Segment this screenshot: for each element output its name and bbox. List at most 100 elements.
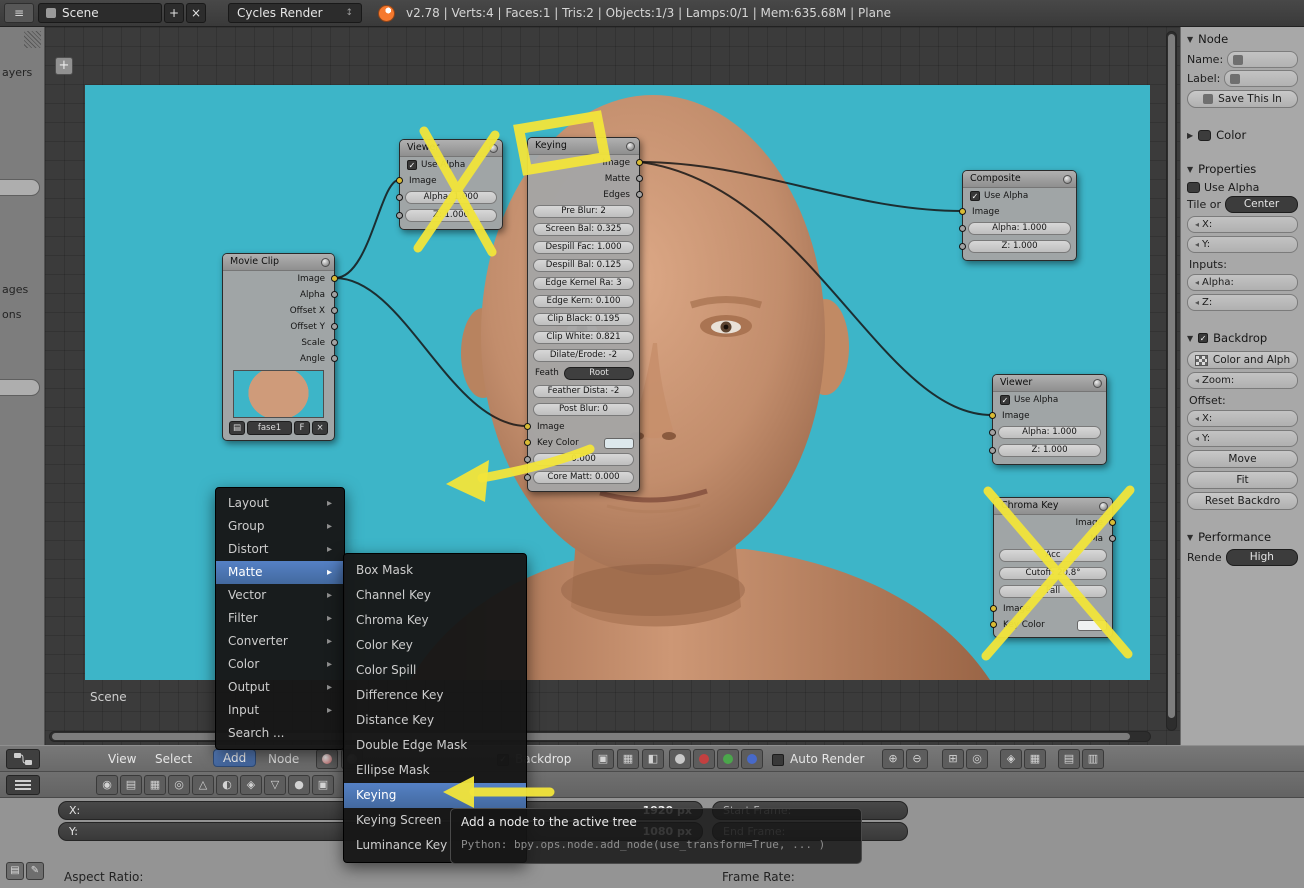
falloff-slider[interactable]: Fall [999, 585, 1107, 598]
matte-submenu-item-box-mask[interactable]: Box Mask [344, 558, 526, 583]
z-slider[interactable]: Z: 1.000 [998, 444, 1101, 457]
unlink-clip-button[interactable]: × [312, 421, 328, 435]
backdrop-flip-icon[interactable]: ◧ [642, 749, 664, 769]
matte-submenu-item-channel-key[interactable]: Channel Key [344, 583, 526, 608]
z-input-socket[interactable] [959, 243, 966, 250]
matte-submenu-item-ellipse-mask[interactable]: Ellipse Mask [344, 758, 526, 783]
garbage-matte-input-socket[interactable] [524, 456, 531, 463]
tile-order-dropdown[interactable]: Center [1225, 196, 1298, 213]
garbage-matte-slider[interactable]: 0.000 [533, 453, 634, 466]
matte-output-socket[interactable] [636, 175, 643, 182]
node-viewer-top[interactable]: Viewer ✓Use Alpha Image Alpha: 1.000 Z: … [399, 139, 503, 230]
editor-type-node-icon[interactable] [6, 749, 40, 769]
cutoff-slider[interactable]: Cutoff: 20.8° [999, 567, 1107, 580]
offsetx-output-socket[interactable] [331, 307, 338, 314]
menu-node[interactable]: Node [268, 752, 299, 766]
tab-constraints-icon[interactable]: ◐ [216, 775, 238, 795]
alpha-input-socket[interactable] [989, 429, 996, 436]
pin-icon[interactable]: ⊕ [882, 749, 904, 769]
matte-submenu-item-difference-key[interactable]: Difference Key [344, 683, 526, 708]
panel-color-header[interactable]: ▶Color [1181, 123, 1304, 145]
clip-white-slider[interactable]: Clip White: 0.821 [533, 331, 634, 344]
add-menu-item-layout[interactable]: Layout▸ [216, 492, 344, 515]
add-menu-item-matte[interactable]: Matte▸ [216, 561, 344, 584]
feather-distance-slider[interactable]: Feather Dista: -2 [533, 385, 634, 398]
backdrop-reset-button[interactable]: Reset Backdro [1187, 492, 1298, 510]
panel-fragment-button[interactable] [0, 179, 40, 196]
image-input-socket[interactable] [396, 177, 403, 184]
auto-render-checkbox[interactable] [772, 754, 784, 766]
tree-type-compositing-icon[interactable] [316, 749, 338, 769]
acceptance-slider[interactable]: Acc [999, 549, 1107, 562]
image-input-socket[interactable] [524, 423, 531, 430]
matte-submenu-item-keying[interactable]: Keying [344, 783, 526, 808]
tab-data-icon[interactable]: ▽ [264, 775, 286, 795]
backdrop-fit-button[interactable]: Fit [1187, 471, 1298, 489]
z-input-socket[interactable] [989, 447, 996, 454]
angle-output-socket[interactable] [331, 355, 338, 362]
image-input-socket[interactable] [959, 208, 966, 215]
alpha-output-socket[interactable] [331, 291, 338, 298]
paste-icon[interactable]: ▥ [1082, 749, 1104, 769]
fake-user-button[interactable]: F [294, 421, 310, 435]
image-output-socket[interactable] [636, 159, 643, 166]
tab-render-icon[interactable]: ◉ [96, 775, 118, 795]
panel-properties-header[interactable]: ▼Properties [1181, 157, 1304, 179]
y-slider[interactable]: ◂Y: [1187, 236, 1298, 253]
tab-texture-icon[interactable]: ▣ [312, 775, 334, 795]
panel-node-header[interactable]: ▼Node [1181, 27, 1304, 49]
node-composite-header[interactable]: Composite [963, 171, 1076, 188]
pre-blur-slider[interactable]: Pre Blur: 2 [533, 205, 634, 218]
backdrop-channels-dropdown[interactable]: Color and Alph [1187, 351, 1298, 369]
z-input-socket[interactable] [396, 212, 403, 219]
node-name-input[interactable] [1227, 51, 1298, 68]
alpha-slider[interactable]: Alpha: 1.000 [968, 222, 1071, 235]
tab-scene-icon[interactable]: ▦ [144, 775, 166, 795]
channel-rgb-icon[interactable] [669, 749, 691, 769]
matte-submenu-item-chroma-key[interactable]: Chroma Key [344, 608, 526, 633]
node-viewer-right[interactable]: Viewer ✓Use Alpha Image Alpha: 1.000 Z: … [992, 374, 1107, 465]
toolshelf-expand-icon[interactable]: + [55, 57, 73, 75]
key-color-swatch[interactable] [1077, 620, 1107, 631]
z-slider[interactable]: Z: 1.000 [405, 209, 497, 222]
alpha-input-socket[interactable] [959, 225, 966, 232]
copy-icon[interactable]: ▤ [1058, 749, 1080, 769]
despill-balance-slider[interactable]: Despill Bal: 0.125 [533, 259, 634, 272]
editor-type-icon[interactable]: ≡ [4, 3, 34, 23]
edit-pencil-icon[interactable]: ✎ [26, 862, 44, 880]
node-chroma-key-header[interactable]: Chroma Key [994, 498, 1112, 515]
proportional-edit-icon[interactable]: ◎ [966, 749, 988, 769]
add-menu-item-input[interactable]: Input▸ [216, 699, 344, 722]
panel-fragment-button[interactable] [0, 379, 40, 396]
new-scene-button[interactable]: + [164, 3, 184, 23]
render-quality-dropdown[interactable]: High [1226, 549, 1298, 566]
tab-modifiers-icon[interactable]: ◈ [240, 775, 262, 795]
snap-mode-icon[interactable]: ▦ [1024, 749, 1046, 769]
add-menu-item-color[interactable]: Color▸ [216, 653, 344, 676]
alpha-slider[interactable]: Alpha: 1.000 [998, 426, 1101, 439]
add-menu-item-filter[interactable]: Filter▸ [216, 607, 344, 630]
use-alpha-checkbox[interactable]: ✓ [1000, 395, 1010, 405]
key-color-input-socket[interactable] [990, 621, 997, 628]
unlink-scene-button[interactable]: × [186, 3, 206, 23]
menu-view[interactable]: View [108, 752, 136, 766]
color-swatch[interactable] [1198, 130, 1211, 141]
key-color-swatch[interactable] [604, 438, 634, 449]
save-image-button[interactable]: Save This In [1187, 90, 1298, 108]
alpha-input-socket[interactable] [396, 194, 403, 201]
feather-falloff-dropdown[interactable]: Root [564, 367, 634, 380]
use-alpha-checkbox[interactable]: ✓ [407, 160, 417, 170]
alpha-slider[interactable]: Alpha: 1.000 [405, 191, 497, 204]
backdrop-offset-x-slider[interactable]: ◂X: [1187, 410, 1298, 427]
backdrop-zoom-icon[interactable]: ▦ [617, 749, 639, 769]
tab-render-layers-icon[interactable]: ▤ [120, 775, 142, 795]
despill-factor-slider[interactable]: Despill Fac: 1.000 [533, 241, 634, 254]
editor-type-properties-icon[interactable] [6, 775, 40, 795]
core-matte-input-socket[interactable] [524, 474, 531, 481]
node-composite[interactable]: Composite ✓Use Alpha Image Alpha: 1.000 … [962, 170, 1077, 261]
matte-submenu-item-color-key[interactable]: Color Key [344, 633, 526, 658]
x-slider[interactable]: ◂X: [1187, 216, 1298, 233]
editor-corner-icon[interactable]: ▤ [6, 862, 24, 880]
clip-browse-icon[interactable]: ▤ [229, 421, 245, 435]
channel-blue-icon[interactable] [741, 749, 763, 769]
